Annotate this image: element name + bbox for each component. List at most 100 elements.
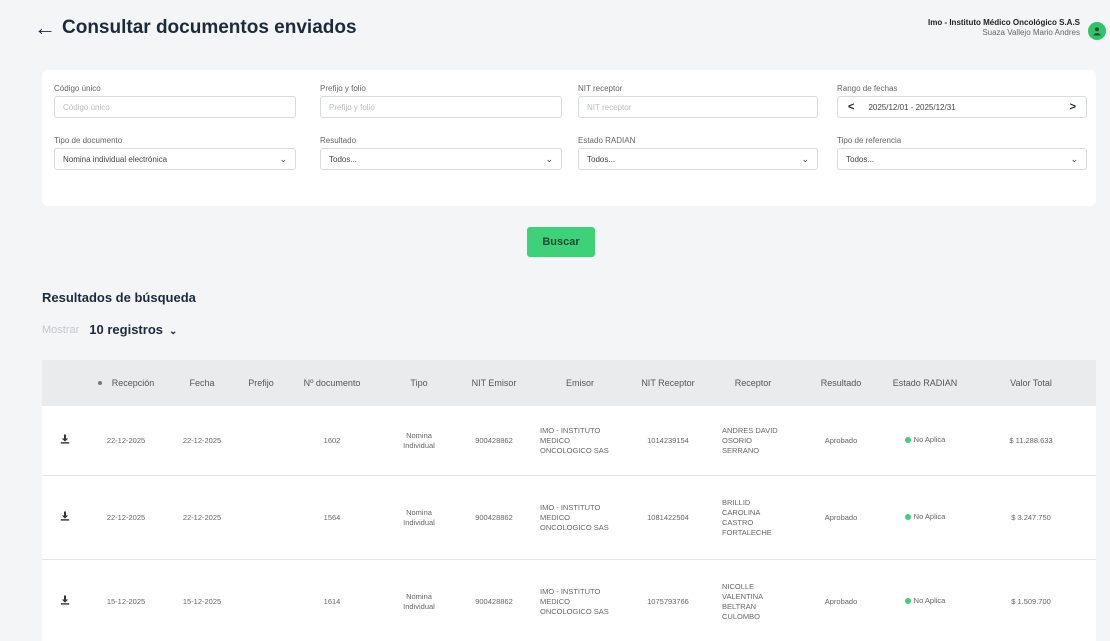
search-button[interactable]: Buscar [527, 227, 595, 257]
cell-fecha: 22-12-2025 [182, 512, 222, 522]
tipo-referencia-field: Tipo de referencia Todos... ⌄ [837, 136, 1087, 170]
status-dot [904, 514, 911, 520]
cell-valor-total: $ 11.288.633 [1009, 435, 1053, 445]
tipo-documento-field: Tipo de documento Nomina individual elec… [54, 136, 296, 170]
cell-emisor: IMO - INSTITUTO MEDICO ONCOLOGICO SAS [540, 425, 609, 455]
cell-nit-receptor: 1014239154 [647, 435, 689, 445]
cell-resultado: Aprobado [824, 435, 858, 445]
cell-receptor: NICOLLE VALENTINA BELTRAN CULOMBO [722, 581, 763, 621]
cell-receptor: ANDRES DAVID OSORIO SERRANO [722, 425, 778, 455]
cell-resultado: Aprobado [824, 512, 858, 522]
date-range-picker[interactable]: < 2025/12/01 - 2025/12/31 > [837, 96, 1087, 118]
chevron-down-icon: ⌄ [279, 154, 287, 164]
header-cell-prefijo[interactable]: Prefijo [240, 378, 282, 389]
results-table: Recepción Fecha Prefijo Nº documento Tip… [42, 360, 1096, 641]
table-row[interactable]: 22-12-2025 22-12-2025 1602 Nomina Indivi… [42, 406, 1096, 476]
back-arrow-icon[interactable]: ← [34, 16, 56, 40]
chevron-down-icon: ⌄ [545, 154, 553, 164]
cell-nit-emisor: 900428862 [475, 512, 513, 522]
status-badge: No Aplica [904, 596, 945, 606]
cell-documento: 1614 [323, 596, 341, 606]
page: ← Consultar documentos enviados Imo - In… [0, 0, 1110, 641]
cell-emisor: IMO - INSTITUTO MEDICO ONCOLOGICO SAS [540, 586, 609, 616]
table-row[interactable]: 22-12-2025 22-12-2025 1564 Nomina Indivi… [42, 476, 1096, 560]
tipo-documento-select[interactable]: Nomina individual electrónica ⌄ [54, 148, 296, 170]
cell-estado-radian: No Aplica [884, 512, 966, 523]
cell-emisor: IMO - INSTITUTO MEDICO ONCOLOGICO SAS [540, 502, 609, 532]
user-name: Suaza Vallejo Mario Andres [982, 28, 1080, 37]
header-cell-nit-emisor[interactable]: NIT Emisor [456, 378, 532, 389]
prefijo-folio-label: Prefijo y folio [320, 84, 366, 93]
results-title: Resultados de búsqueda [42, 290, 196, 305]
cell-tipo: Nomina Individual [403, 507, 435, 527]
date-prev-button[interactable]: < [848, 101, 854, 113]
cell-estado-radian: No Aplica [884, 435, 966, 446]
download-icon[interactable] [60, 595, 70, 605]
download-cell [42, 595, 88, 608]
prefijo-folio-field: Prefijo y folio Prefijo y folio [320, 84, 562, 118]
nit-receptor-field: NIT receptor NIT receptor [578, 84, 818, 118]
page-size-value: 10 registros [89, 322, 163, 337]
cell-receptor: BRILLID CAROLINA CASTRO FORTALECHE [722, 497, 772, 537]
header-cell-valor-total[interactable]: Valor Total [966, 378, 1096, 389]
header: ← Consultar documentos enviados Imo - In… [0, 0, 1110, 60]
cell-fecha: 22-12-2025 [182, 435, 222, 445]
header-cell-tipo[interactable]: Tipo [382, 378, 456, 389]
header-cell-documento[interactable]: Nº documento [282, 378, 382, 389]
header-cell-nit-receptor[interactable]: NIT Receptor [628, 378, 708, 389]
cell-nit-receptor: 1081422504 [647, 512, 689, 522]
status-badge: No Aplica [904, 435, 945, 445]
header-cell-recepcion[interactable]: Recepción [88, 378, 164, 389]
status-dot [904, 598, 911, 604]
org-name: Imo - Instituto Médico Oncológico S.A.S [928, 18, 1080, 27]
chevron-down-icon: ⌄ [1070, 154, 1078, 164]
codigo-unico-label: Código único [54, 84, 101, 93]
nit-receptor-input[interactable]: NIT receptor [578, 96, 818, 118]
cell-tipo: Nomina Individual [403, 591, 435, 611]
resultado-field: Resultado Todos... ⌄ [320, 136, 562, 170]
table-row[interactable]: 15-12-2025 15-12-2025 1614 Nomina Indivi… [42, 560, 1096, 641]
date-next-button[interactable]: > [1070, 101, 1076, 113]
cell-estado-radian: No Aplica [884, 596, 966, 607]
cell-recepcion: 22-12-2025 [106, 435, 146, 445]
sort-icon [97, 381, 102, 386]
download-icon[interactable] [60, 511, 70, 521]
nit-receptor-label: NIT receptor [578, 84, 623, 93]
page-title: Consultar documentos enviados [62, 17, 357, 38]
chevron-down-icon: ⌄ [168, 326, 178, 337]
header-cell-emisor[interactable]: Emisor [532, 378, 628, 389]
status-dot [904, 437, 911, 443]
header-cell-estado-radian[interactable]: Estado RADIAN [884, 378, 966, 389]
prefijo-folio-input[interactable]: Prefijo y folio [320, 96, 562, 118]
estado-radian-select[interactable]: Todos... ⌄ [578, 148, 818, 170]
rango-fechas-label: Rango de fechas [837, 84, 898, 93]
download-icon[interactable] [60, 434, 70, 444]
header-cell-receptor[interactable]: Receptor [708, 378, 798, 389]
avatar[interactable] [1088, 22, 1106, 40]
resultado-label: Resultado [320, 136, 357, 145]
status-label: No Aplica [913, 512, 946, 521]
tipo-referencia-label: Tipo de referencia [837, 136, 902, 145]
cell-fecha: 15-12-2025 [182, 596, 222, 606]
cell-nit-emisor: 900428862 [475, 596, 513, 606]
codigo-unico-input[interactable]: Código único [54, 96, 296, 118]
rango-fechas-field: Rango de fechas < 2025/12/01 - 2025/12/3… [837, 84, 1087, 118]
cell-nit-receptor: 1075793766 [647, 596, 689, 606]
codigo-unico-field: Código único Código único [54, 84, 296, 118]
header-cell-resultado[interactable]: Resultado [798, 378, 884, 389]
cell-valor-total: $ 3.247.750 [1011, 512, 1051, 522]
page-size-select[interactable]: 10 registros ⌄ [89, 322, 177, 337]
resultado-select[interactable]: Todos... ⌄ [320, 148, 562, 170]
cell-resultado: Aprobado [824, 596, 858, 606]
header-cell-fecha[interactable]: Fecha [164, 378, 240, 389]
tipo-referencia-select[interactable]: Todos... ⌄ [837, 148, 1087, 170]
download-cell [42, 434, 88, 447]
cell-nit-emisor: 900428862 [475, 435, 513, 445]
tipo-documento-label: Tipo de documento [54, 136, 123, 145]
show-label: Mostrar [42, 323, 80, 336]
header-label: Recepción [111, 377, 155, 388]
cell-documento: 1602 [323, 435, 341, 445]
estado-radian-label: Estado RADIAN [578, 136, 636, 145]
estado-radian-field: Estado RADIAN Todos... ⌄ [578, 136, 818, 170]
filter-panel: Código único Código único Prefijo y foli… [42, 70, 1096, 206]
